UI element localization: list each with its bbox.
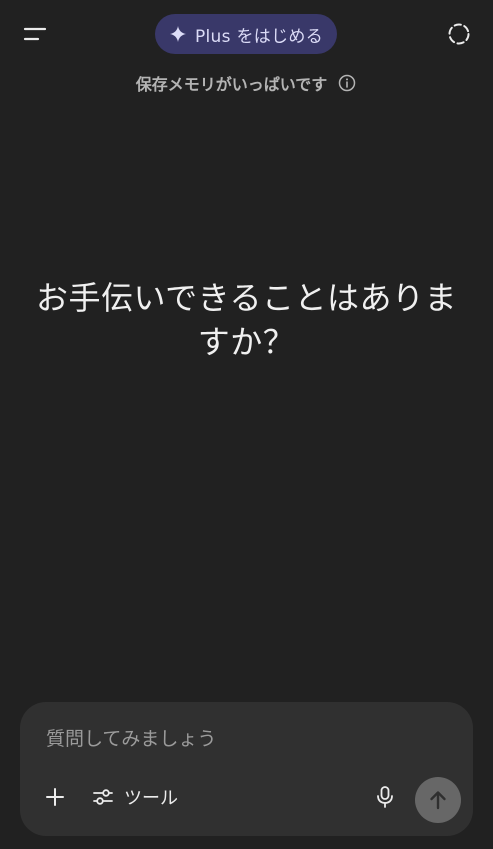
sliders-icon [93,789,113,805]
greeting-line-1: お手伝いできることはありま [36,279,457,317]
info-icon [339,74,356,92]
message-composer: ツール [20,702,473,836]
sparkle-icon [169,26,186,42]
tools-button[interactable]: ツール [88,782,182,812]
menu-button[interactable] [16,18,54,50]
header: Plus をはじめる [0,0,493,68]
microphone-icon [377,786,393,808]
plus-icon [46,788,64,806]
voice-input-button[interactable] [370,782,400,812]
temporary-chat-button[interactable] [440,18,478,50]
memory-full-text: 保存メモリがいっぱいです [135,75,328,94]
arrow-up-icon [430,791,446,810]
upgrade-plus-button[interactable]: Plus をはじめる [155,14,337,54]
memory-info-button[interactable] [337,73,357,93]
app-screen: Plus をはじめる 保存メモリがいっぱいです お手伝いできることはありま すか… [0,0,493,849]
add-attachment-button[interactable] [40,782,70,812]
message-input[interactable] [46,724,446,754]
memory-full-notice: 保存メモリがいっぱいです [0,70,493,96]
upgrade-plus-label: Plus をはじめる [194,26,323,47]
tools-label: ツール [124,788,178,809]
greeting-line-2: すか？ [197,323,296,361]
greeting-heading: お手伝いできることはありま すか？ [22,276,471,364]
menu-icon [23,27,47,41]
send-button[interactable] [415,777,461,823]
dashed-circle-icon [448,23,470,45]
